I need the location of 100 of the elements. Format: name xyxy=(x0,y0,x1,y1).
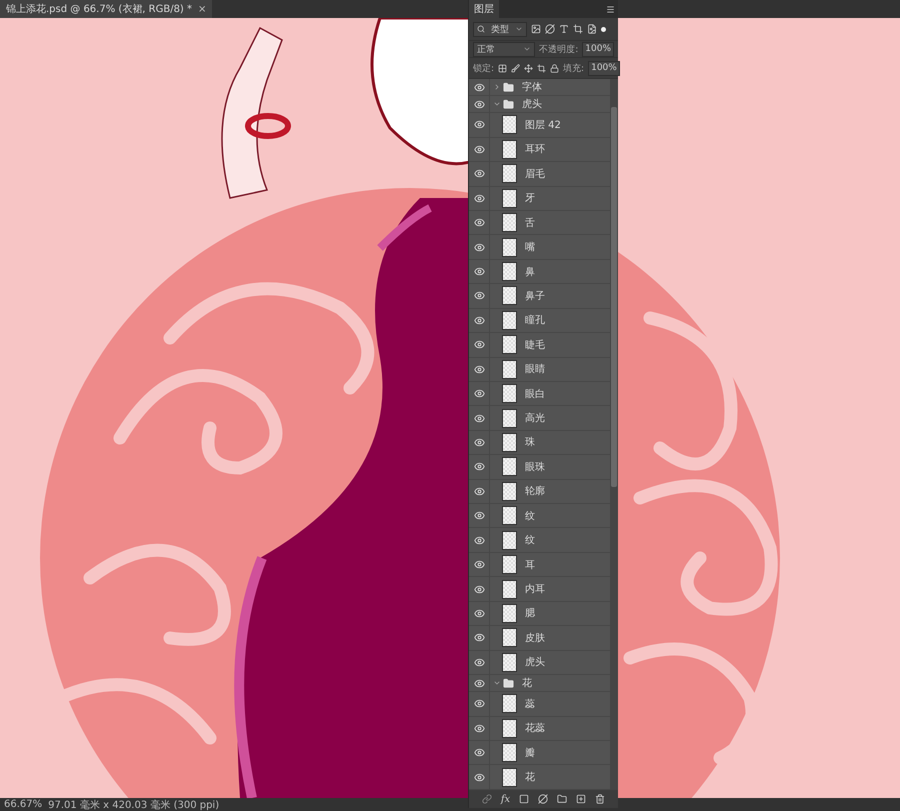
layer-name: 虎头 xyxy=(522,98,542,112)
mask-icon[interactable] xyxy=(519,794,530,804)
layer-name: 眼珠 xyxy=(525,460,545,474)
layer-name: 眉毛 xyxy=(525,168,545,181)
layer-thumbnail xyxy=(502,743,517,762)
layer-thumbnail xyxy=(502,580,517,598)
layer-row[interactable]: 牙 xyxy=(469,186,610,211)
document-tab[interactable]: 锦上添花.psd @ 66.7% (衣裙, RGB/8) * × xyxy=(0,0,212,18)
layer-row[interactable]: 眉毛 xyxy=(469,162,610,187)
layer-row[interactable]: 瓣 xyxy=(469,740,610,766)
fill-label: 填充: xyxy=(563,62,584,74)
layer-thumbnail xyxy=(502,310,517,330)
layer-name: 鼻子 xyxy=(525,290,545,303)
layer-row[interactable]: 鼻子 xyxy=(469,284,610,309)
layer-thumbnail xyxy=(502,164,517,184)
layer-name: 花 xyxy=(525,770,535,784)
layer-name: 牙 xyxy=(525,192,535,206)
layer-thumbnail xyxy=(502,115,517,134)
close-button[interactable]: × xyxy=(198,4,206,14)
chevron-icon[interactable] xyxy=(493,83,501,92)
layer-name: 字体 xyxy=(522,80,542,94)
layer-group-row[interactable]: 字体 xyxy=(469,79,610,96)
layer-name: 嘴 xyxy=(525,240,535,254)
layer-row[interactable]: 蕊 xyxy=(469,692,610,717)
layer-name: 花 xyxy=(522,676,532,690)
layer-thumbnail xyxy=(502,238,517,257)
layers-tab[interactable]: 图层 xyxy=(469,0,499,18)
caret-icon xyxy=(515,25,523,33)
layer-name: 花蕊 xyxy=(525,722,545,736)
layer-row[interactable]: 舌 xyxy=(469,210,610,236)
new-layer-icon[interactable] xyxy=(576,794,586,804)
filter-dropdown[interactable]: 类型 xyxy=(473,22,527,36)
move-icon[interactable] xyxy=(524,64,534,72)
document-icon[interactable] xyxy=(587,24,597,34)
link-icon[interactable] xyxy=(482,794,492,804)
brush-icon[interactable] xyxy=(511,64,520,72)
layer-name: 眼白 xyxy=(525,388,545,401)
layer-row[interactable]: 眼白 xyxy=(469,382,610,406)
layer-name: 眼睛 xyxy=(525,362,545,376)
toggle-dot-icon[interactable] xyxy=(601,26,606,32)
zoom-level: 66.67% xyxy=(4,799,42,810)
image-icon[interactable] xyxy=(531,24,541,34)
layer-row[interactable]: 珠 xyxy=(469,430,610,456)
layer-thumbnail xyxy=(502,768,517,787)
layer-thumbnail xyxy=(502,555,517,574)
layer-name: 瞳孔 xyxy=(525,314,545,328)
layer-row[interactable]: 轮廓 xyxy=(469,480,610,504)
crop-icon[interactable] xyxy=(537,64,546,72)
layer-row[interactable]: 花 xyxy=(469,765,610,790)
layer-thumbnail xyxy=(502,408,517,428)
layer-name: 蕊 xyxy=(525,698,535,711)
layer-row[interactable]: 腮 xyxy=(469,602,610,626)
layer-row[interactable]: 纹 xyxy=(469,504,610,528)
layer-row[interactable]: 皮肤 xyxy=(469,626,610,651)
layer-row[interactable]: 眼珠 xyxy=(469,455,610,480)
layer-group-row[interactable]: 花 xyxy=(469,674,610,692)
crop-icon[interactable] xyxy=(573,24,583,34)
layer-name: 瓣 xyxy=(525,746,535,760)
blend-mode-dropdown[interactable]: 正常 xyxy=(473,42,536,56)
effects-button[interactable]: fx xyxy=(500,794,510,804)
menu-icon[interactable] xyxy=(606,4,615,14)
type-icon[interactable] xyxy=(559,24,569,34)
fill-field[interactable]: 100% xyxy=(588,60,620,76)
layer-row[interactable]: 纹 xyxy=(469,528,610,553)
lock-icon[interactable] xyxy=(550,64,560,72)
layer-thumbnail xyxy=(502,384,517,404)
layer-name: 舌 xyxy=(525,216,535,230)
layer-thumbnail xyxy=(502,530,517,550)
layer-row[interactable]: 高光 xyxy=(469,406,610,431)
layer-row[interactable]: 图层 42 xyxy=(469,113,610,138)
layer-row[interactable]: 嘴 xyxy=(469,235,610,260)
folder-icon xyxy=(503,82,514,93)
checkerboard-icon[interactable] xyxy=(498,64,508,72)
layer-thumbnail xyxy=(502,482,517,501)
layer-row[interactable]: 眼睛 xyxy=(469,358,610,382)
layer-row[interactable]: 耳环 xyxy=(469,138,610,162)
layer-thumbnail xyxy=(502,286,517,306)
folder-icon xyxy=(503,678,514,689)
layer-name: 鼻 xyxy=(525,266,535,279)
layer-row[interactable]: 鼻 xyxy=(469,260,610,284)
trash-icon[interactable] xyxy=(595,794,606,804)
layer-row[interactable]: 耳 xyxy=(469,552,610,578)
caret-icon xyxy=(523,45,532,53)
layer-row[interactable]: 内耳 xyxy=(469,577,610,602)
opacity-field[interactable]: 100% xyxy=(582,42,614,56)
folder-icon xyxy=(503,98,514,110)
layer-row[interactable]: 睫毛 xyxy=(469,333,610,358)
scrollbar[interactable] xyxy=(610,79,618,790)
layer-row[interactable]: 花蕊 xyxy=(469,716,610,741)
layer-name: 图层 42 xyxy=(525,118,561,132)
folder-icon[interactable] xyxy=(557,794,568,804)
layer-thumbnail xyxy=(502,718,517,738)
layer-row[interactable]: 瞳孔 xyxy=(469,308,610,334)
layer-name: 珠 xyxy=(525,436,535,450)
layer-name: 高光 xyxy=(525,412,545,426)
layer-row[interactable]: 虎头 xyxy=(469,650,610,675)
layer-group-row[interactable]: 虎头 xyxy=(469,96,610,114)
layer-name: 内耳 xyxy=(525,582,545,596)
layer-name: 纹 xyxy=(525,510,535,523)
layer-thumbnail xyxy=(502,360,517,379)
